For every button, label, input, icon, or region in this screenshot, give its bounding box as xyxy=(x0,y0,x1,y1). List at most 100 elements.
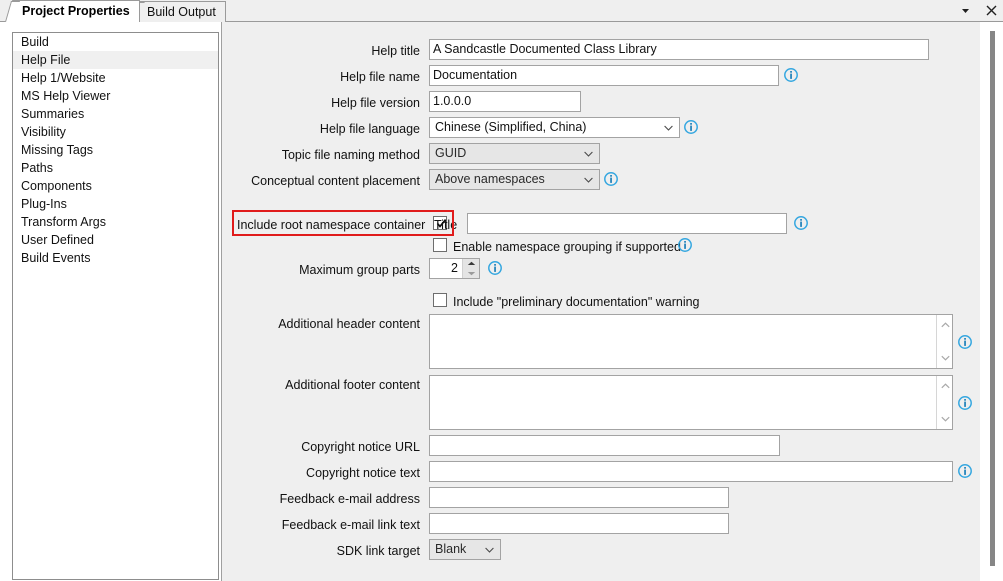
additional-footer-content-label: Additional footer content xyxy=(285,378,420,392)
tab-strip: Project Properties Build Output xyxy=(0,0,1003,22)
conceptual-content-placement-label: Conceptual content placement xyxy=(251,174,420,188)
include-preliminary-warning-checkbox[interactable] xyxy=(433,293,447,307)
sidebar-item-paths[interactable]: Paths xyxy=(13,159,218,177)
maximum-group-parts-label: Maximum group parts xyxy=(299,263,420,277)
sidebar-item-build[interactable]: Build xyxy=(13,33,218,51)
scroll-up-icon[interactable] xyxy=(937,378,953,394)
tab-skew-edge xyxy=(5,1,21,22)
enable-namespace-grouping-checkbox[interactable] xyxy=(433,238,447,252)
info-icon[interactable] xyxy=(488,261,502,275)
scrollbar-thumb[interactable] xyxy=(990,31,995,566)
help-file-name-label: Help file name xyxy=(340,70,420,84)
textarea-scrollbar[interactable] xyxy=(936,315,952,368)
close-icon[interactable] xyxy=(983,2,999,18)
help-title-label: Help title xyxy=(371,44,420,58)
chevron-down-icon xyxy=(584,144,593,163)
sidebar-item-label: Visibility xyxy=(21,125,66,139)
help-file-language-value: Chinese (Simplified, China) xyxy=(435,120,587,134)
sidebar-item-label: Components xyxy=(21,179,92,193)
spinner-up-icon[interactable] xyxy=(463,259,479,269)
page-scrollbar[interactable] xyxy=(981,22,1003,581)
sidebar-item-label: Help File xyxy=(21,53,71,67)
sidebar-item-components[interactable]: Components xyxy=(13,177,218,195)
info-icon[interactable] xyxy=(958,464,972,478)
help-file-properties-panel: Help title A Sandcastle Documented Class… xyxy=(221,22,980,581)
additional-header-content-textarea[interactable] xyxy=(429,314,953,369)
sidebar-item-label: Build xyxy=(21,35,49,49)
chevron-down-icon xyxy=(584,170,593,189)
sidebar-item-transform-args[interactable]: Transform Args xyxy=(13,213,218,231)
sidebar-item-label: Missing Tags xyxy=(21,143,94,157)
conceptual-content-placement-select[interactable]: Above namespaces xyxy=(429,169,600,190)
help-title-input[interactable]: A Sandcastle Documented Class Library xyxy=(429,39,929,60)
topic-file-naming-method-label: Topic file naming method xyxy=(281,148,420,162)
sdk-link-target-label: SDK link target xyxy=(336,544,420,558)
sidebar-item-label: User Defined xyxy=(21,233,94,247)
sidebar-item-label: Build Events xyxy=(21,251,91,265)
tab-build-output[interactable]: Build Output xyxy=(130,1,226,22)
info-icon[interactable] xyxy=(958,396,972,410)
include-preliminary-warning-label: Include "preliminary documentation" warn… xyxy=(453,295,700,309)
feedback-email-address-input[interactable] xyxy=(429,487,729,508)
chevron-down-icon[interactable] xyxy=(957,2,973,18)
help-file-name-input[interactable]: Documentation xyxy=(429,65,779,86)
title-input[interactable] xyxy=(467,213,787,234)
spinner-down-icon[interactable] xyxy=(463,269,479,279)
textarea-scrollbar[interactable] xyxy=(936,376,952,429)
sidebar-item-label: Paths xyxy=(21,161,53,175)
additional-footer-content-textarea[interactable] xyxy=(429,375,953,430)
sidebar-item-summaries[interactable]: Summaries xyxy=(13,105,218,123)
sidebar-item-build-events[interactable]: Build Events xyxy=(13,249,218,267)
help-file-language-select[interactable]: Chinese (Simplified, China) xyxy=(429,117,680,138)
info-icon[interactable] xyxy=(958,335,972,349)
info-icon[interactable] xyxy=(684,120,698,134)
enable-namespace-grouping-label: Enable namespace grouping if supported xyxy=(453,240,681,254)
feedback-email-link-text-input[interactable] xyxy=(429,513,729,534)
help-file-language-label: Help file language xyxy=(319,122,420,136)
sidebar-item-visibility[interactable]: Visibility xyxy=(13,123,218,141)
sidebar-item-label: MS Help Viewer xyxy=(21,89,111,103)
properties-page-body: Build Help File Help 1/Website MS Help V… xyxy=(0,22,1003,581)
sidebar-item-label: Summaries xyxy=(21,107,85,121)
maximum-group-parts-value: 2 xyxy=(451,261,458,275)
sidebar-item-missing-tags[interactable]: Missing Tags xyxy=(13,141,218,159)
feedback-email-link-text-label: Feedback e-mail link text xyxy=(281,518,420,532)
info-icon[interactable] xyxy=(604,172,618,186)
scroll-down-icon[interactable] xyxy=(937,350,953,366)
sidebar-item-label: Plug-Ins xyxy=(21,197,67,211)
tab-build-output-label: Build Output xyxy=(147,4,216,19)
copyright-notice-url-label: Copyright notice URL xyxy=(301,440,420,454)
copyright-notice-text-input[interactable] xyxy=(429,461,953,482)
tab-project-properties[interactable]: Project Properties xyxy=(5,0,140,22)
sidebar-item-plug-ins[interactable]: Plug-Ins xyxy=(13,195,218,213)
scroll-down-icon[interactable] xyxy=(937,411,953,427)
info-icon[interactable] xyxy=(678,238,692,252)
stepper-buttons[interactable] xyxy=(462,259,479,278)
sidebar-item-ms-help-viewer[interactable]: MS Help Viewer xyxy=(13,87,218,105)
conceptual-content-placement-value: Above namespaces xyxy=(435,172,545,186)
window-controls xyxy=(957,2,999,18)
additional-header-content-label: Additional header content xyxy=(278,317,420,331)
sidebar-item-user-defined[interactable]: User Defined xyxy=(13,231,218,249)
help-file-version-label: Help file version xyxy=(331,96,420,110)
copyright-notice-text-label: Copyright notice text xyxy=(306,466,420,480)
help-file-version-input[interactable]: 1.0.0.0 xyxy=(429,91,581,112)
copyright-notice-url-input[interactable] xyxy=(429,435,780,456)
sdk-link-target-select[interactable]: Blank xyxy=(429,539,501,560)
feedback-email-address-label: Feedback e-mail address xyxy=(279,492,420,506)
tab-project-properties-label: Project Properties xyxy=(22,4,130,18)
info-icon[interactable] xyxy=(784,68,798,82)
chevron-down-icon xyxy=(485,540,494,559)
sidebar-item-help1-website[interactable]: Help 1/Website xyxy=(13,69,218,87)
sdk-link-target-value: Blank xyxy=(435,542,467,556)
scroll-up-icon[interactable] xyxy=(937,317,953,333)
sidebar-item-help-file[interactable]: Help File xyxy=(13,51,218,69)
topic-file-naming-method-select[interactable]: GUID xyxy=(429,143,600,164)
include-root-namespace-container-label: Include root namespace container xyxy=(237,218,426,232)
topic-file-naming-method-value: GUID xyxy=(435,146,467,160)
chevron-down-icon xyxy=(664,118,673,137)
info-icon[interactable] xyxy=(794,216,808,230)
maximum-group-parts-stepper[interactable]: 2 xyxy=(429,258,480,279)
property-category-list[interactable]: Build Help File Help 1/Website MS Help V… xyxy=(12,32,219,580)
sidebar-item-label: Help 1/Website xyxy=(21,71,106,85)
